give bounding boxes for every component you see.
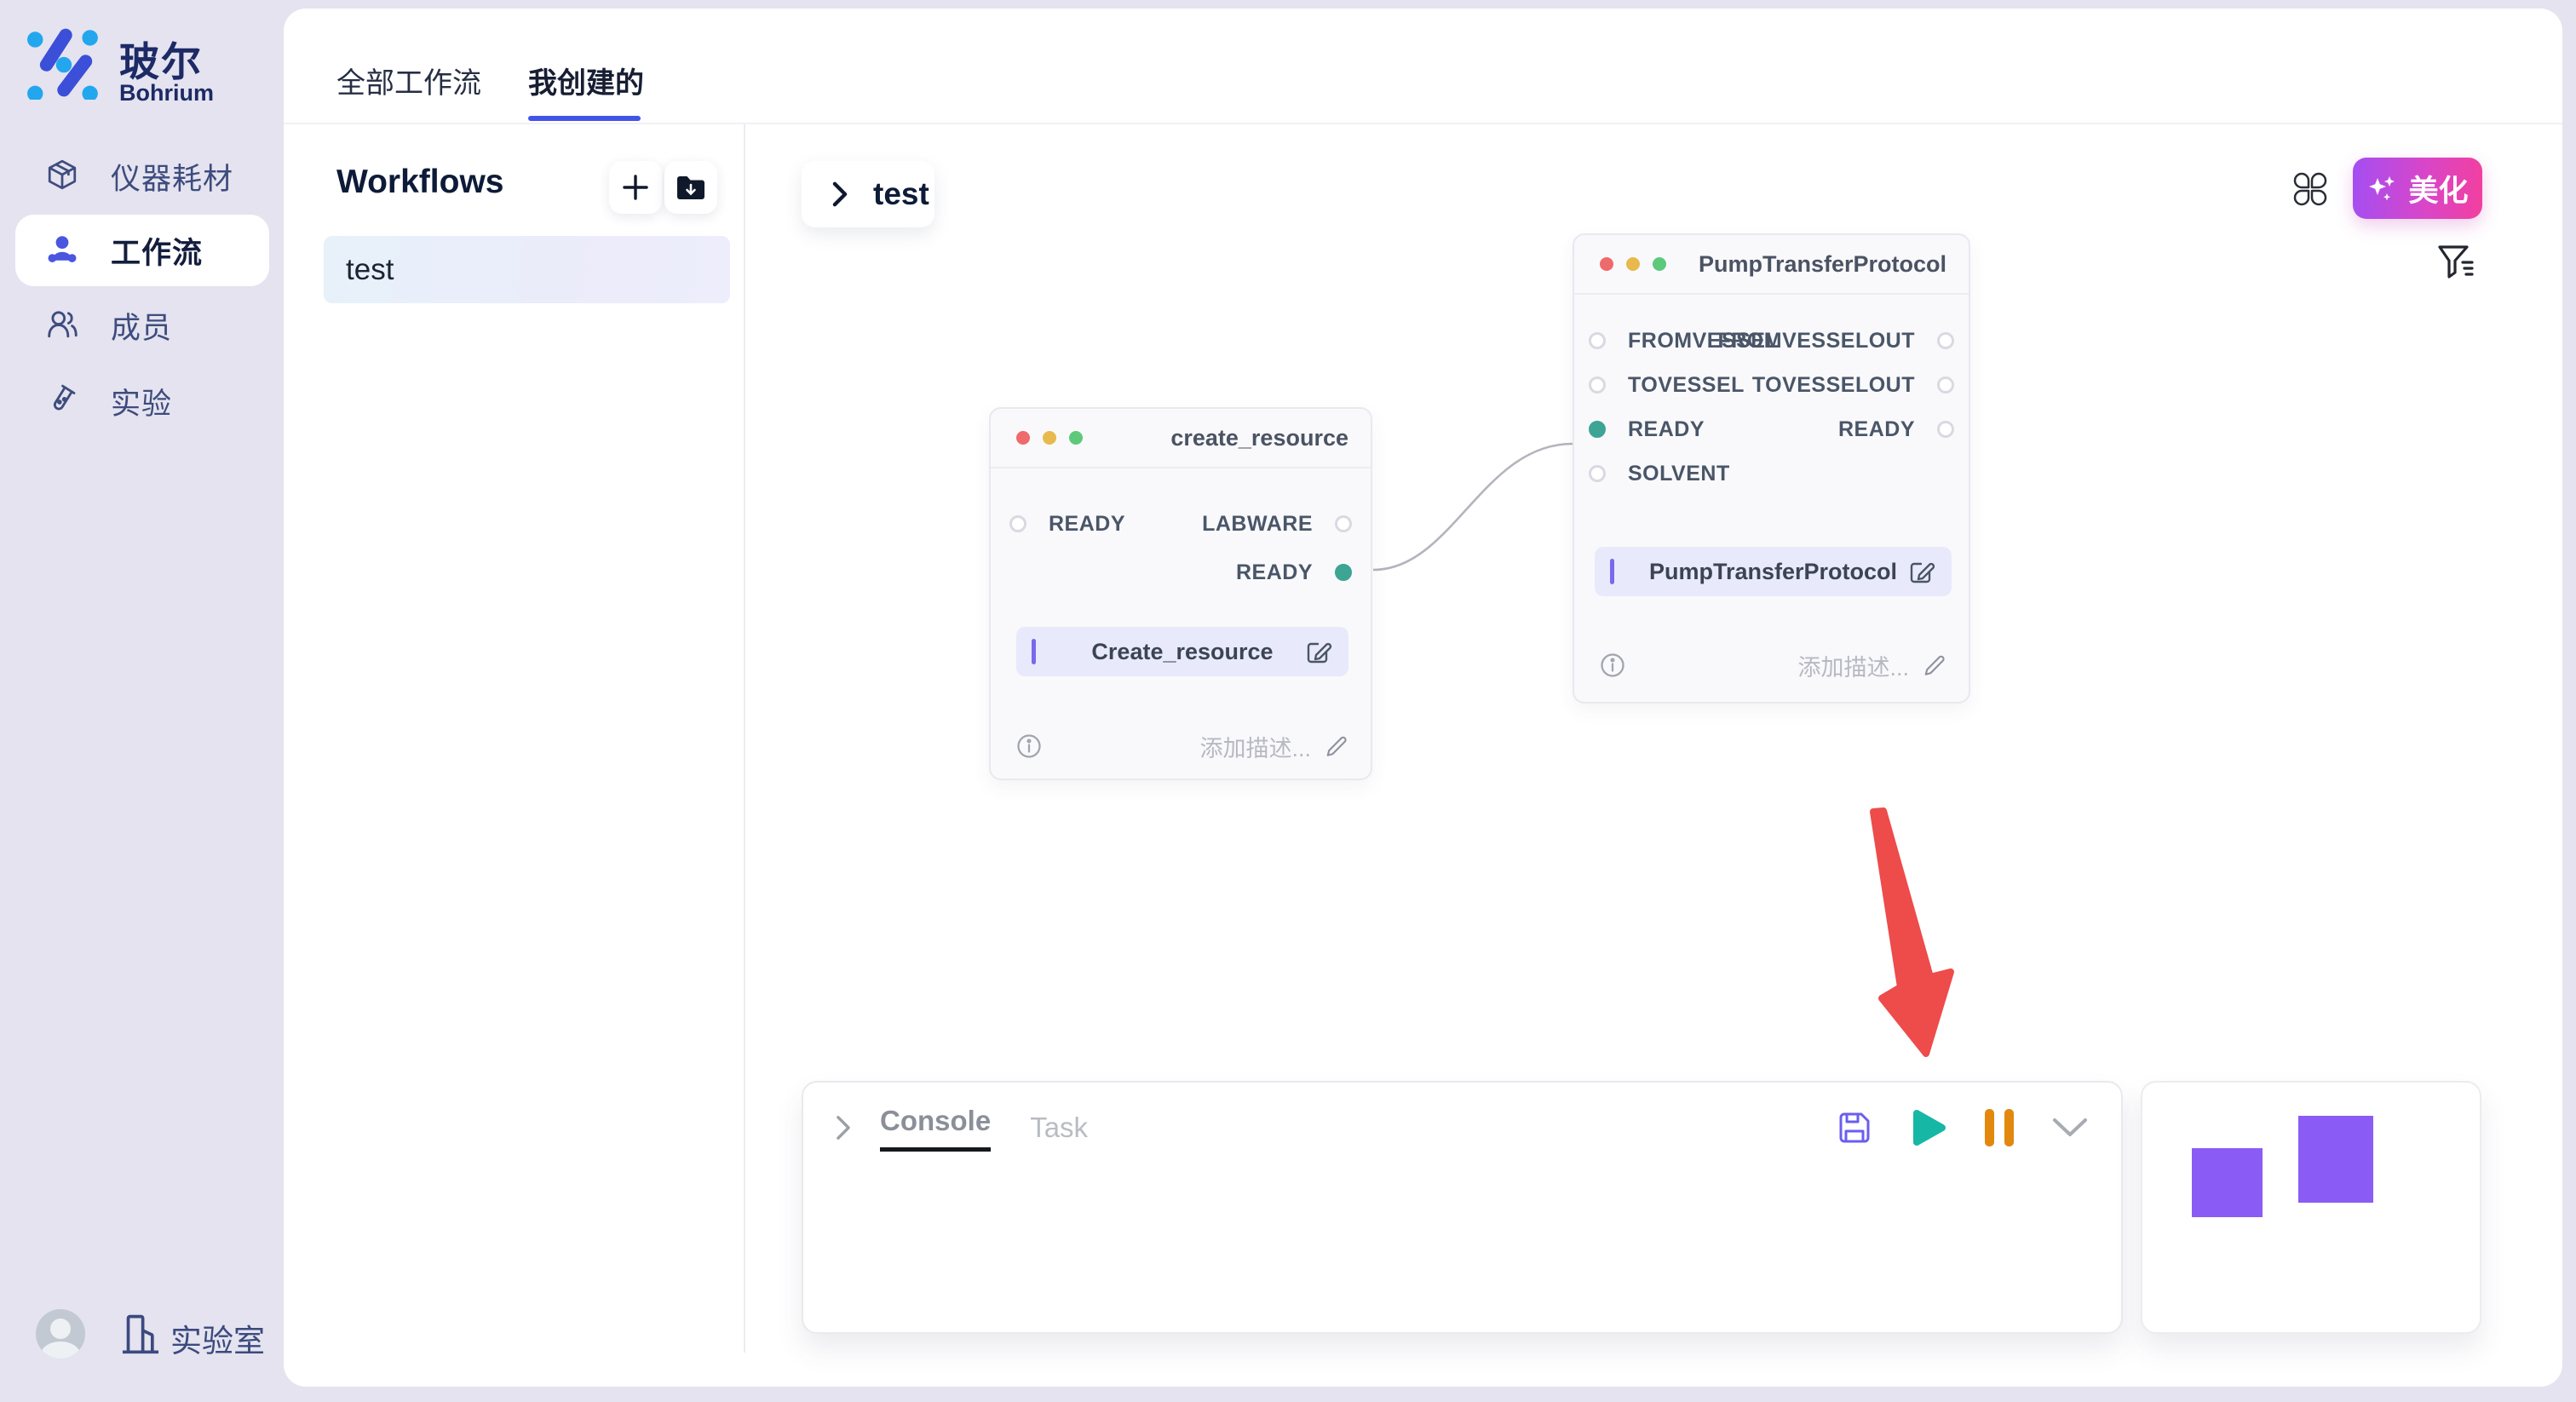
traffic-yellow-dot <box>1043 431 1056 445</box>
tab-created-by-me[interactable]: 我创建的 <box>528 60 644 101</box>
pencil-icon[interactable] <box>1325 734 1348 758</box>
sidebar-item-instruments[interactable]: 仪器耗材 <box>0 141 284 212</box>
node-header: create_resource <box>991 409 1371 468</box>
tabbar-divider <box>284 123 2562 124</box>
info-icon[interactable] <box>1016 733 1042 759</box>
folder-download-icon <box>676 174 706 201</box>
save-icon[interactable] <box>1835 1108 1874 1147</box>
port-in-ready[interactable] <box>1589 421 1606 438</box>
sidebar-item-members[interactable]: 成员 <box>0 290 284 361</box>
port-row: SOLVENT <box>1589 458 1730 489</box>
description-placeholder[interactable]: 添加描述... <box>1199 730 1311 763</box>
import-folder-button[interactable] <box>664 161 717 214</box>
node-create-resource[interactable]: create_resource READY LABWARE READY Crea… <box>989 407 1372 780</box>
text-caret <box>1610 559 1614 584</box>
minimap-node-pump-transfer <box>2298 1116 2373 1203</box>
node-title: PumpTransferProtocol <box>1699 251 1946 278</box>
bohrium-logo-icon <box>26 21 104 100</box>
traffic-green-dot <box>1069 431 1083 445</box>
port-out-fromvesselout[interactable] <box>1937 332 1954 349</box>
brand-name-en: Bohrium <box>119 80 214 106</box>
port-in-fromvessel[interactable] <box>1589 332 1606 349</box>
sidebar-item-label: 实验 <box>111 380 172 423</box>
text-caret <box>1032 639 1036 664</box>
collapse-chevron-icon[interactable] <box>832 1113 854 1142</box>
traffic-red-dot <box>1600 257 1613 271</box>
sidebar-item-label: 工作流 <box>111 229 203 273</box>
port-row: FROMVESSELOUT <box>1717 325 1954 356</box>
sidebar-item-label: 成员 <box>111 304 172 348</box>
add-workflow-button[interactable] <box>609 161 662 214</box>
description-placeholder[interactable]: 添加描述... <box>1797 649 1909 682</box>
active-tab-underline <box>528 116 641 121</box>
plus-icon <box>621 173 650 202</box>
edit-icon[interactable] <box>1907 557 1936 586</box>
traffic-yellow-dot <box>1626 257 1640 271</box>
pencil-icon[interactable] <box>1923 653 1946 677</box>
tab-console[interactable]: Console <box>880 1105 991 1152</box>
run-icon[interactable] <box>1912 1108 1947 1147</box>
sparkles-icon <box>2366 173 2397 204</box>
port-row: TOVESSELOUT <box>1752 370 1954 400</box>
package-icon <box>46 158 78 195</box>
beautify-button[interactable]: 美化 <box>2353 158 2482 219</box>
port-row: READY <box>1838 414 1954 445</box>
port-row: READY <box>1236 557 1352 588</box>
members-icon <box>46 307 78 344</box>
workflow-users-icon <box>46 233 78 269</box>
brand-name-zh: 玻尔 <box>119 29 203 88</box>
beautify-label: 美化 <box>2408 167 2468 210</box>
node-footer: 添加描述... <box>1016 729 1348 763</box>
info-icon[interactable] <box>1600 652 1625 678</box>
test-tube-icon <box>46 383 78 420</box>
port-in-tovessel[interactable] <box>1589 376 1606 394</box>
node-action-button[interactable]: Create_resource <box>1016 627 1348 676</box>
port-in-solvent[interactable] <box>1589 465 1606 482</box>
node-action-button[interactable]: PumpTransferProtocol <box>1595 547 1952 596</box>
node-title: create_resource <box>1170 425 1348 451</box>
breadcrumb-label: test <box>873 176 929 212</box>
sidebar-item-workflow[interactable]: 工作流 <box>0 215 284 286</box>
minimap[interactable] <box>2141 1081 2481 1334</box>
workflow-item-name: test <box>346 253 394 287</box>
workflow-panel-divider <box>744 124 745 1353</box>
console-header: Console Task <box>832 1103 2089 1152</box>
apps-grid-icon[interactable] <box>2291 170 2329 208</box>
port-row: LABWARE <box>1202 509 1352 539</box>
filter-icon[interactable] <box>2435 242 2475 283</box>
breadcrumb[interactable]: test <box>802 161 934 227</box>
workflow-list-item[interactable]: test <box>324 236 730 303</box>
sidebar-item-experiments[interactable]: 实验 <box>0 365 284 437</box>
chevron-down-icon[interactable] <box>2051 1117 2089 1139</box>
port-out-ready[interactable] <box>1937 421 1954 438</box>
tab-all-workflows[interactable]: 全部工作流 <box>336 60 481 101</box>
port-row: TOVESSEL <box>1589 370 1745 400</box>
workspace-label[interactable]: 实验室 <box>170 1315 265 1361</box>
red-annotation-arrow <box>1857 796 1968 1069</box>
chevron-right-icon <box>829 180 851 209</box>
sidebar-item-label: 仪器耗材 <box>111 155 233 198</box>
port-out-ready[interactable] <box>1335 564 1352 581</box>
pause-icon[interactable] <box>1985 1109 2014 1146</box>
minimap-node-create-resource <box>2192 1148 2263 1217</box>
console-panel: Console Task <box>802 1081 2123 1334</box>
port-out-tovesselout[interactable] <box>1937 376 1954 394</box>
port-out-labware[interactable] <box>1335 515 1352 532</box>
edit-icon[interactable] <box>1304 637 1333 666</box>
port-row: READY <box>1589 414 1705 445</box>
node-footer: 添加描述... <box>1600 648 1946 682</box>
port-row: READY <box>1009 509 1125 539</box>
traffic-red-dot <box>1016 431 1030 445</box>
user-avatar[interactable] <box>36 1309 85 1359</box>
traffic-green-dot <box>1653 257 1666 271</box>
workflows-panel-title: Workflows <box>336 164 503 201</box>
connection-wire <box>1363 426 1584 588</box>
port-in-ready[interactable] <box>1009 515 1026 532</box>
node-pump-transfer-protocol[interactable]: PumpTransferProtocol FROMVESSEL TOVESSEL… <box>1573 233 1970 704</box>
node-header: PumpTransferProtocol <box>1574 235 1969 295</box>
lab-building-icon <box>120 1313 161 1355</box>
tab-task[interactable]: Task <box>1030 1112 1088 1144</box>
